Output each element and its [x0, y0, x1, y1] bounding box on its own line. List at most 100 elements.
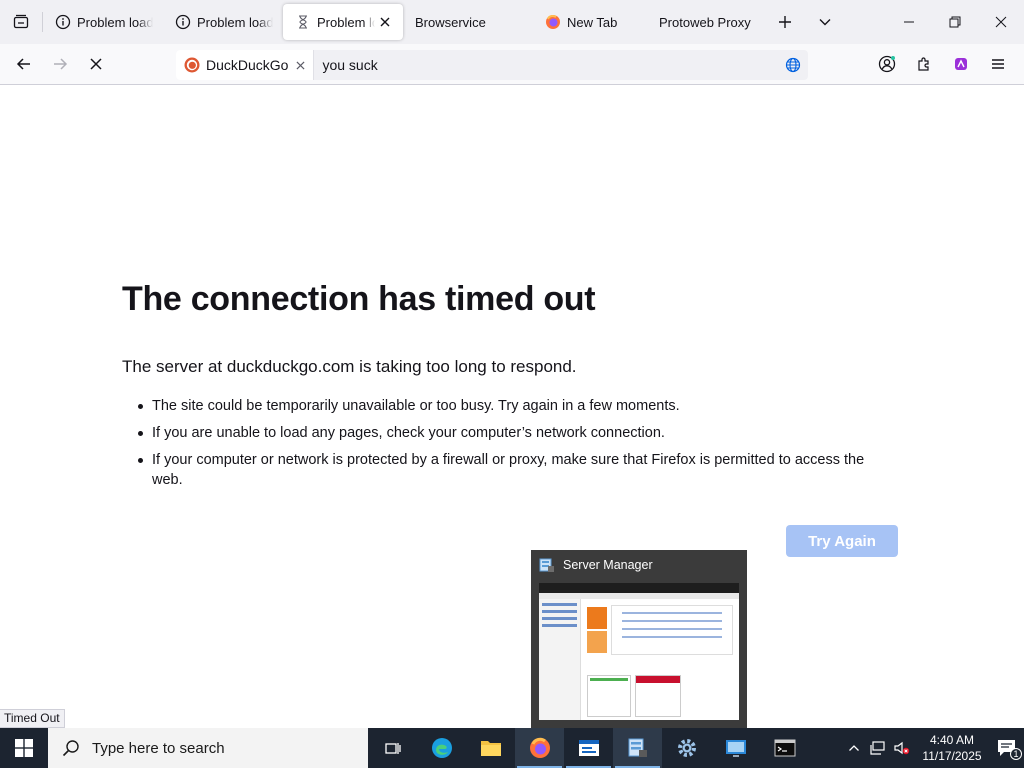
search-icon — [62, 739, 80, 757]
remote-desktop-icon — [725, 738, 747, 758]
gear-icon — [676, 737, 698, 759]
taskbar-settings[interactable] — [662, 728, 711, 768]
url-bar[interactable]: DuckDuckGo you suck — [176, 50, 808, 80]
taskbar-server-manager[interactable] — [613, 728, 662, 768]
error-description: The server at duckduckgo.com is taking t… — [122, 357, 577, 376]
toolbar-actions — [868, 48, 1016, 80]
tab-title: New Tab — [567, 14, 618, 30]
firefox-view-button[interactable] — [0, 0, 42, 44]
clock-date: 11/17/2025 — [922, 749, 982, 763]
search-engine-chip[interactable]: DuckDuckGo — [176, 50, 315, 80]
minimize-button[interactable] — [886, 0, 932, 44]
status-panel: Timed Out — [0, 709, 65, 728]
extension-app-icon — [953, 56, 969, 72]
clock-time: 4:40 AM — [929, 733, 975, 747]
window-app-icon — [578, 738, 600, 758]
plus-icon — [778, 15, 792, 29]
action-center-button[interactable]: 1 — [990, 728, 1024, 768]
firefox-view-icon — [13, 14, 29, 30]
thumbnail-header: Server Manager — [531, 550, 747, 580]
globe-icon[interactable] — [778, 57, 808, 73]
taskbar-app-window[interactable] — [564, 728, 613, 768]
taskbar-edge[interactable] — [417, 728, 466, 768]
taskbar-file-explorer[interactable] — [466, 728, 515, 768]
windows-logo-icon — [15, 739, 33, 757]
folder-icon — [480, 738, 502, 758]
tab-problem-loading-2[interactable]: Problem loadi — [163, 0, 283, 44]
error-suggestions: The site could be temporarily unavailabl… — [136, 396, 896, 497]
account-button[interactable] — [868, 48, 905, 80]
start-button[interactable] — [0, 728, 48, 768]
new-tab-button[interactable] — [765, 0, 805, 44]
extensions-button[interactable] — [905, 48, 942, 80]
search-placeholder: Type here to search — [92, 739, 225, 757]
tab-protoweb-proxy[interactable]: Protoweb Proxy — [643, 0, 765, 44]
tab-new-tab[interactable]: New Tab — [523, 0, 643, 44]
system-tray: 4:40 AM 11/17/2025 1 — [842, 728, 1024, 768]
taskbar-search-box[interactable]: Type here to search — [48, 728, 368, 768]
close-icon[interactable] — [296, 60, 305, 70]
url-input[interactable]: you suck — [314, 57, 778, 73]
navigation-toolbar: DuckDuckGo you suck — [0, 44, 1024, 85]
puzzle-icon — [916, 56, 932, 72]
arrow-right-icon — [52, 56, 68, 72]
system-clock[interactable]: 4:40 AM 11/17/2025 — [914, 732, 990, 764]
windows-taskbar: Type here to search 4:40 AM 11/17/2025 1 — [0, 728, 1024, 768]
list-item: If your computer or network is protected… — [136, 450, 896, 490]
network-icon — [870, 741, 886, 755]
tab-title: Protoweb Proxy — [659, 14, 751, 30]
restore-icon — [949, 16, 961, 28]
restore-button[interactable] — [932, 0, 978, 44]
taskbar-command-prompt[interactable] — [760, 728, 809, 768]
server-manager-preview-image — [539, 583, 739, 720]
server-manager-icon — [539, 557, 555, 573]
tab-browservice[interactable]: Browservice — [403, 0, 523, 44]
tab-strip: Problem loadi Problem loadi Problem loa … — [0, 0, 1024, 44]
hamburger-menu-icon — [991, 57, 1005, 71]
extension-app-button[interactable] — [942, 48, 979, 80]
info-icon — [175, 14, 191, 30]
back-button[interactable] — [6, 48, 42, 80]
tab-title: Browservice — [415, 14, 486, 30]
tab-problem-loading-active[interactable]: Problem loa — [283, 4, 403, 40]
thumbnail-title: Server Manager — [563, 558, 653, 572]
list-all-tabs-button[interactable] — [805, 0, 845, 44]
volume-button[interactable] — [890, 728, 914, 768]
arrow-left-icon — [16, 56, 32, 72]
firefox-icon — [545, 14, 561, 30]
forward-button[interactable] — [42, 48, 78, 80]
tab-title: Problem loadi — [197, 14, 273, 30]
close-tab-icon[interactable] — [377, 14, 393, 30]
tab-problem-loading-1[interactable]: Problem loadi — [43, 0, 163, 44]
network-button[interactable] — [866, 728, 890, 768]
close-window-button[interactable] — [978, 0, 1024, 44]
close-icon — [995, 16, 1007, 28]
task-view-icon — [384, 739, 402, 757]
try-again-button[interactable]: Try Again — [786, 525, 898, 557]
minimize-icon — [903, 16, 915, 28]
app-menu-button[interactable] — [979, 48, 1016, 80]
info-icon — [55, 14, 71, 30]
taskbar-remote-desktop[interactable] — [711, 728, 760, 768]
taskbar-firefox[interactable] — [515, 728, 564, 768]
show-hidden-icons-button[interactable] — [842, 728, 866, 768]
chevron-down-icon — [818, 15, 832, 29]
hourglass-icon — [295, 14, 311, 30]
taskbar-thumbnail-preview[interactable]: Server Manager — [531, 550, 747, 728]
terminal-icon — [774, 739, 796, 757]
task-view-button[interactable] — [368, 728, 417, 768]
stop-button[interactable] — [78, 48, 114, 80]
page-content: The connection has timed out The server … — [0, 85, 1024, 728]
stop-icon — [89, 57, 103, 71]
tab-title: Problem loa — [317, 14, 375, 30]
duckduckgo-icon — [184, 57, 200, 73]
server-manager-icon — [627, 737, 649, 759]
error-title: The connection has timed out — [122, 280, 596, 318]
firefox-icon — [529, 737, 551, 759]
tab-title: Problem loadi — [77, 14, 153, 30]
search-engine-name: DuckDuckGo — [206, 57, 289, 73]
list-item: If you are unable to load any pages, che… — [136, 423, 896, 443]
account-icon — [878, 55, 896, 73]
notification-count-badge: 1 — [1010, 748, 1022, 760]
edge-icon — [431, 737, 453, 759]
